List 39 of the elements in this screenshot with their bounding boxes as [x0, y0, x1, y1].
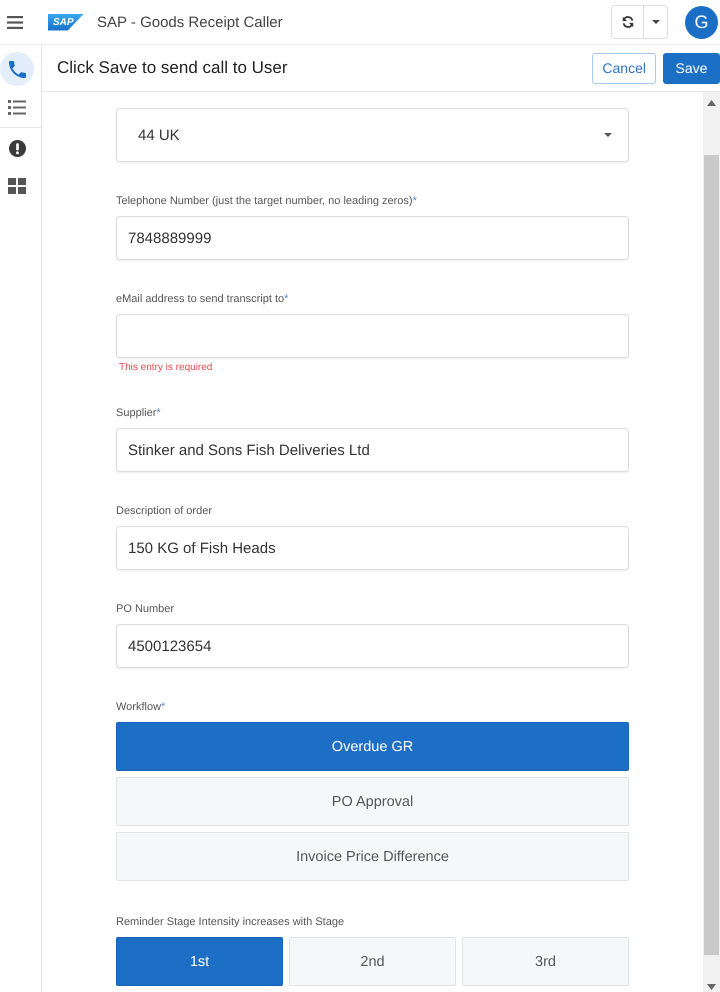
refresh-icon — [620, 15, 634, 29]
input-field[interactable]: 7848889999 — [116, 216, 629, 260]
field-label: eMail address to send transcript to* — [116, 292, 290, 306]
field-label: Description of order — [116, 504, 213, 518]
field-label: PO Number — [116, 602, 176, 616]
scroll-down-icon[interactable] — [707, 984, 716, 990]
option-button[interactable]: Overdue GR — [116, 722, 629, 771]
field-label: Telephone Number (just the target number, no leading zeros)* — [116, 194, 418, 208]
grid-icon — [8, 178, 26, 194]
option-button[interactable]: 2nd — [289, 937, 456, 986]
input-field[interactable]: 4500123654 — [116, 624, 629, 668]
info-icon — [8, 140, 26, 156]
primary-button[interactable]: Save — [663, 52, 720, 84]
caret-icon — [652, 20, 660, 24]
menu-icon — [7, 16, 23, 28]
scrollbar[interactable] — [703, 92, 720, 992]
field-label: Supplier* — [116, 406, 162, 420]
error-message: This entry is required — [118, 362, 214, 374]
scrollbar-thumb[interactable] — [704, 155, 719, 955]
field-label: Reminder Stage Intensity increases with Stage — [116, 915, 346, 929]
option-button[interactable]: PO Approval — [116, 777, 629, 826]
input-field[interactable] — [116, 314, 629, 358]
option-button[interactable]: 1st — [116, 937, 283, 986]
app-title: SAP - Goods Receipt Caller — [97, 14, 283, 30]
list-icon — [8, 100, 26, 114]
caret-icon — [604, 133, 612, 137]
secondary-button[interactable]: Cancel — [592, 52, 656, 84]
dropdown-field[interactable]: 44 UK — [116, 108, 629, 162]
logo: SAP — [48, 14, 84, 30]
user-avatar[interactable]: G — [685, 6, 718, 38]
input-field[interactable]: 150 KG of Fish Heads — [116, 526, 629, 570]
sidebar-item[interactable] — [0, 52, 34, 86]
page-title: Click Save to send call to User — [57, 58, 288, 78]
option-button[interactable]: 3rd — [462, 937, 629, 986]
option-button[interactable]: Invoice Price Difference — [116, 832, 629, 881]
scroll-up-icon[interactable] — [707, 100, 716, 106]
phone-icon — [8, 60, 26, 78]
input-field[interactable]: Stinker and Sons Fish Deliveries Ltd — [116, 428, 629, 472]
field-label: Workflow* — [116, 700, 166, 714]
